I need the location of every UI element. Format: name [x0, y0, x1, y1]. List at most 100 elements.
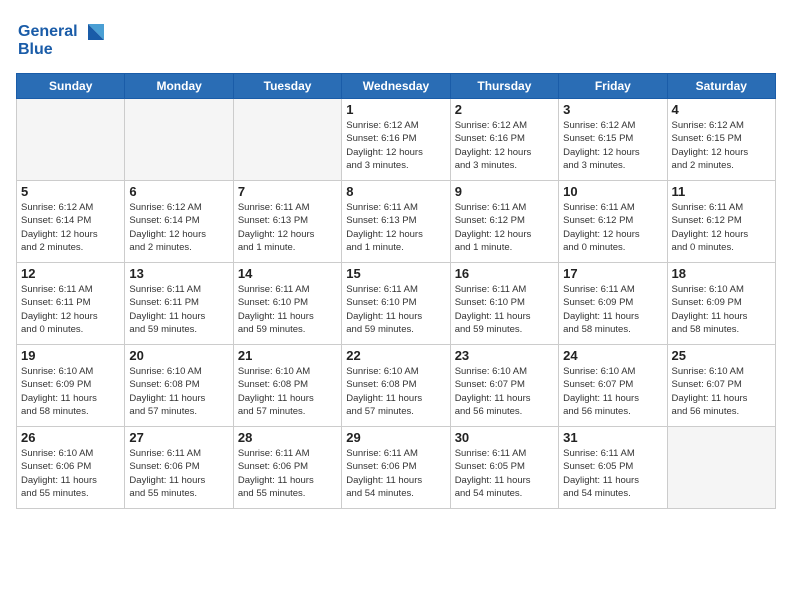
weekday-header-row: SundayMondayTuesdayWednesdayThursdayFrid… — [17, 74, 776, 99]
day-info: Sunrise: 6:11 AMSunset: 6:09 PMDaylight:… — [563, 283, 662, 336]
day-info: Sunrise: 6:12 AMSunset: 6:16 PMDaylight:… — [455, 119, 554, 172]
day-info: Sunrise: 6:10 AMSunset: 6:07 PMDaylight:… — [563, 365, 662, 418]
week-row-3: 12 Sunrise: 6:11 AMSunset: 6:11 PMDayligh… — [17, 263, 776, 345]
svg-text:General: General — [18, 23, 78, 40]
day-info: Sunrise: 6:11 AMSunset: 6:10 PMDaylight:… — [238, 283, 337, 336]
day-info: Sunrise: 6:11 AMSunset: 6:05 PMDaylight:… — [563, 447, 662, 500]
weekday-header-wednesday: Wednesday — [342, 74, 450, 99]
day-number: 21 — [238, 348, 337, 363]
logo: General Blue — [16, 16, 106, 65]
day-cell: 31 Sunrise: 6:11 AMSunset: 6:05 PMDayligh… — [559, 427, 667, 509]
day-number: 22 — [346, 348, 445, 363]
day-number: 15 — [346, 266, 445, 281]
day-cell: 24 Sunrise: 6:10 AMSunset: 6:07 PMDayligh… — [559, 345, 667, 427]
day-cell — [17, 99, 125, 181]
day-cell: 26 Sunrise: 6:10 AMSunset: 6:06 PMDayligh… — [17, 427, 125, 509]
day-number: 23 — [455, 348, 554, 363]
weekday-header-tuesday: Tuesday — [233, 74, 341, 99]
day-info: Sunrise: 6:10 AMSunset: 6:06 PMDaylight:… — [21, 447, 120, 500]
day-cell: 18 Sunrise: 6:10 AMSunset: 6:09 PMDayligh… — [667, 263, 775, 345]
day-cell: 28 Sunrise: 6:11 AMSunset: 6:06 PMDayligh… — [233, 427, 341, 509]
day-cell — [233, 99, 341, 181]
day-cell: 25 Sunrise: 6:10 AMSunset: 6:07 PMDayligh… — [667, 345, 775, 427]
day-cell: 16 Sunrise: 6:11 AMSunset: 6:10 PMDayligh… — [450, 263, 558, 345]
day-info: Sunrise: 6:11 AMSunset: 6:10 PMDaylight:… — [455, 283, 554, 336]
day-cell: 8Sunrise: 6:11 AMSunset: 6:13 PMDaylight… — [342, 181, 450, 263]
day-cell: 6 Sunrise: 6:12 AMSunset: 6:14 PMDaylight… — [125, 181, 233, 263]
day-info: Sunrise: 6:10 AMSunset: 6:07 PMDaylight:… — [672, 365, 771, 418]
day-cell: 22 Sunrise: 6:10 AMSunset: 6:08 PMDayligh… — [342, 345, 450, 427]
day-info: Sunrise: 6:10 AMSunset: 6:08 PMDaylight:… — [238, 365, 337, 418]
week-row-4: 19 Sunrise: 6:10 AMSunset: 6:09 PMDayligh… — [17, 345, 776, 427]
weekday-header-friday: Friday — [559, 74, 667, 99]
day-cell: 29 Sunrise: 6:11 AMSunset: 6:06 PMDayligh… — [342, 427, 450, 509]
day-cell: 9 Sunrise: 6:11 AMSunset: 6:12 PMDaylight… — [450, 181, 558, 263]
weekday-header-monday: Monday — [125, 74, 233, 99]
day-number: 14 — [238, 266, 337, 281]
day-info: Sunrise: 6:11 AMSunset: 6:12 PMDaylight:… — [563, 201, 662, 254]
day-info: Sunrise: 6:10 AMSunset: 6:09 PMDaylight:… — [672, 283, 771, 336]
day-cell: 12 Sunrise: 6:11 AMSunset: 6:11 PMDayligh… — [17, 263, 125, 345]
day-info: Sunrise: 6:10 AMSunset: 6:07 PMDaylight:… — [455, 365, 554, 418]
day-info: Sunrise: 6:12 AMSunset: 6:16 PMDaylight:… — [346, 119, 445, 172]
day-cell: 11 Sunrise: 6:11 AMSunset: 6:12 PMDayligh… — [667, 181, 775, 263]
day-number: 19 — [21, 348, 120, 363]
day-number: 6 — [129, 184, 228, 199]
day-cell: 19 Sunrise: 6:10 AMSunset: 6:09 PMDayligh… — [17, 345, 125, 427]
day-info: Sunrise: 6:11 AMSunset: 6:06 PMDaylight:… — [346, 447, 445, 500]
day-number: 27 — [129, 430, 228, 445]
day-number: 9 — [455, 184, 554, 199]
day-info: Sunrise: 6:11 AMSunset: 6:05 PMDaylight:… — [455, 447, 554, 500]
day-number: 31 — [563, 430, 662, 445]
day-number: 25 — [672, 348, 771, 363]
day-info: Sunrise: 6:11 AMSunset: 6:12 PMDaylight:… — [455, 201, 554, 254]
weekday-header-sunday: Sunday — [17, 74, 125, 99]
day-number: 16 — [455, 266, 554, 281]
day-number: 11 — [672, 184, 771, 199]
calendar-table: SundayMondayTuesdayWednesdayThursdayFrid… — [16, 73, 776, 509]
day-cell: 10Sunrise: 6:11 AMSunset: 6:12 PMDayligh… — [559, 181, 667, 263]
day-cell: 27Sunrise: 6:11 AMSunset: 6:06 PMDayligh… — [125, 427, 233, 509]
day-info: Sunrise: 6:12 AMSunset: 6:15 PMDaylight:… — [672, 119, 771, 172]
day-number: 28 — [238, 430, 337, 445]
day-number: 26 — [21, 430, 120, 445]
day-number: 13 — [129, 266, 228, 281]
day-number: 12 — [21, 266, 120, 281]
day-number: 24 — [563, 348, 662, 363]
day-cell — [125, 99, 233, 181]
day-cell: 5 Sunrise: 6:12 AMSunset: 6:14 PMDaylight… — [17, 181, 125, 263]
day-cell: 4Sunrise: 6:12 AMSunset: 6:15 PMDaylight… — [667, 99, 775, 181]
day-number: 3 — [563, 102, 662, 117]
day-info: Sunrise: 6:10 AMSunset: 6:08 PMDaylight:… — [346, 365, 445, 418]
page: General Blue SundayMondayTuesdayWednesda… — [0, 0, 792, 612]
day-info: Sunrise: 6:12 AMSunset: 6:14 PMDaylight:… — [21, 201, 120, 254]
day-number: 29 — [346, 430, 445, 445]
day-number: 7 — [238, 184, 337, 199]
day-info: Sunrise: 6:11 AMSunset: 6:11 PMDaylight:… — [21, 283, 120, 336]
day-cell: 14 Sunrise: 6:11 AMSunset: 6:10 PMDayligh… — [233, 263, 341, 345]
day-info: Sunrise: 6:11 AMSunset: 6:13 PMDaylight:… — [238, 201, 337, 254]
day-number: 2 — [455, 102, 554, 117]
day-info: Sunrise: 6:11 AMSunset: 6:11 PMDaylight:… — [129, 283, 228, 336]
day-number: 1 — [346, 102, 445, 117]
week-row-2: 5 Sunrise: 6:12 AMSunset: 6:14 PMDaylight… — [17, 181, 776, 263]
day-info: Sunrise: 6:12 AMSunset: 6:15 PMDaylight:… — [563, 119, 662, 172]
day-cell: 1 Sunrise: 6:12 AMSunset: 6:16 PMDaylight… — [342, 99, 450, 181]
day-cell: 30Sunrise: 6:11 AMSunset: 6:05 PMDayligh… — [450, 427, 558, 509]
day-info: Sunrise: 6:10 AMSunset: 6:09 PMDaylight:… — [21, 365, 120, 418]
day-info: Sunrise: 6:11 AMSunset: 6:10 PMDaylight:… — [346, 283, 445, 336]
day-cell: 3 Sunrise: 6:12 AMSunset: 6:15 PMDaylight… — [559, 99, 667, 181]
day-info: Sunrise: 6:11 AMSunset: 6:12 PMDaylight:… — [672, 201, 771, 254]
day-cell: 13 Sunrise: 6:11 AMSunset: 6:11 PMDayligh… — [125, 263, 233, 345]
day-cell: 20 Sunrise: 6:10 AMSunset: 6:08 PMDayligh… — [125, 345, 233, 427]
day-info: Sunrise: 6:10 AMSunset: 6:08 PMDaylight:… — [129, 365, 228, 418]
day-number: 20 — [129, 348, 228, 363]
day-cell: 17 Sunrise: 6:11 AMSunset: 6:09 PMDayligh… — [559, 263, 667, 345]
day-number: 17 — [563, 266, 662, 281]
day-number: 18 — [672, 266, 771, 281]
day-number: 5 — [21, 184, 120, 199]
header: General Blue — [16, 12, 776, 65]
day-info: Sunrise: 6:12 AMSunset: 6:14 PMDaylight:… — [129, 201, 228, 254]
logo-icon: General Blue — [16, 16, 106, 60]
day-info: Sunrise: 6:11 AMSunset: 6:06 PMDaylight:… — [238, 447, 337, 500]
